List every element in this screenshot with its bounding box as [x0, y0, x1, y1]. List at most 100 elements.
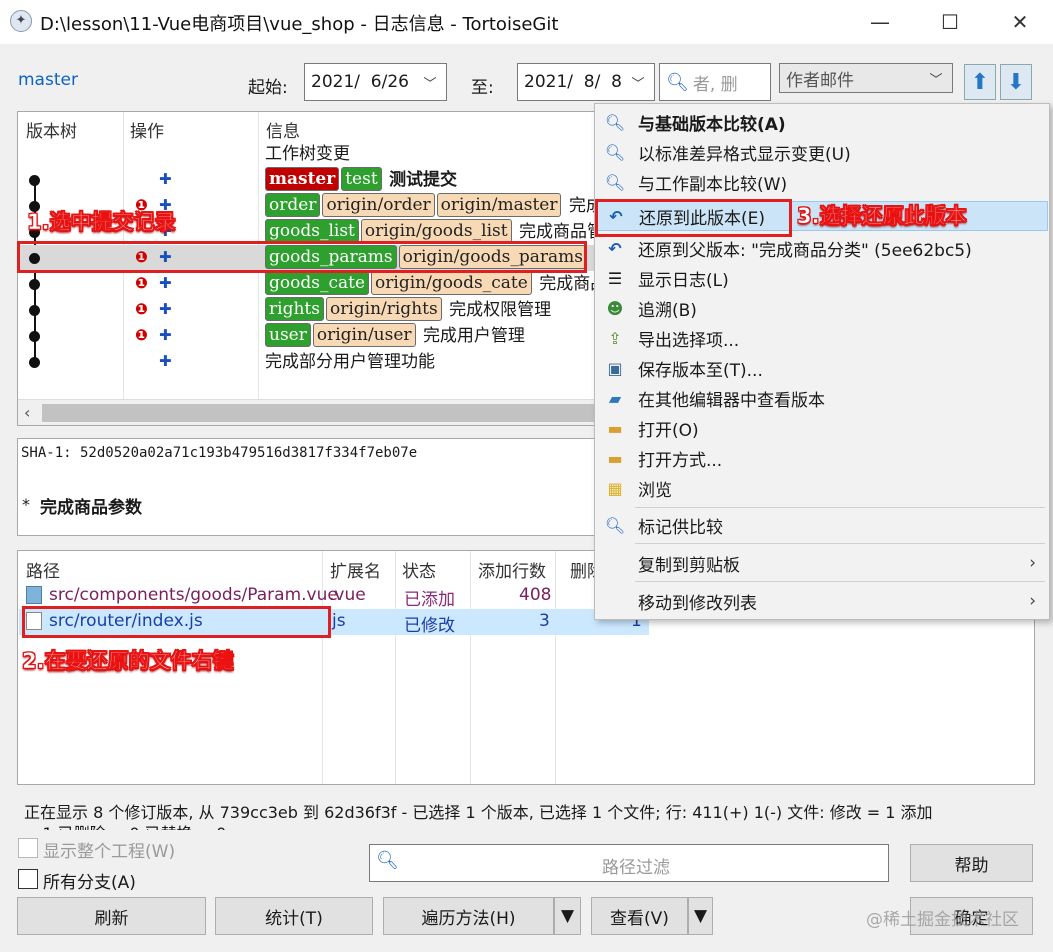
log-icon: ☰	[607, 268, 623, 288]
close-button[interactable]: ✕	[995, 0, 1045, 44]
commit-message: 完成商品分	[539, 274, 596, 294]
search-placeholder: 者, 删	[692, 74, 738, 95]
view-button[interactable]: 查看(V)	[591, 897, 688, 935]
menu-item-unified-diff[interactable]: 🔍︎ 以标准差异格式显示变更(U)	[596, 137, 1048, 167]
from-date-picker[interactable]: 2021/ 6/26 ﹀	[304, 63, 447, 101]
log-row[interactable]: ❶ ✚ user origin/user 完成用户管理	[19, 323, 596, 349]
file-path: src/components/goods/Param.vue	[49, 585, 338, 605]
menu-separator	[635, 581, 1045, 582]
help-button[interactable]: 帮助	[910, 844, 1033, 882]
col-header-message[interactable]: 信息	[266, 117, 300, 142]
move-down-button[interactable]: ⬇	[1000, 64, 1032, 100]
annotation-step-2: 2.在要还原的文件右键	[22, 649, 234, 674]
commit-dot	[29, 305, 40, 316]
col-header-path[interactable]: 路径	[26, 557, 60, 582]
conflict-icon: ❶	[135, 274, 148, 292]
remote-tag: origin/rights	[325, 297, 442, 321]
file-ext: .vue	[329, 585, 366, 605]
window-title: D:\lesson\11-Vue电商项目\vue_shop - 日志信息 - T…	[40, 14, 559, 35]
search-input[interactable]: 🔍︎ 者, 删	[659, 63, 771, 101]
commit-message: 完成商品管理	[518, 222, 596, 242]
conflict-icon: ❶	[135, 300, 148, 318]
menu-item-compare-base[interactable]: 🔍︎ 与基础版本比较(A)	[596, 107, 1048, 137]
context-menu[interactable]: 🔍︎ 与基础版本比较(A) 🔍︎ 以标准差异格式显示变更(U) 🔍︎ 与工作副本…	[594, 103, 1050, 620]
menu-item-save-revision[interactable]: ▣ 保存版本至(T)...	[596, 353, 1048, 383]
log-row[interactable]: ✚ master test 测试提交	[19, 167, 596, 193]
menu-item-open-with[interactable]: ▬ 打开方式...	[596, 443, 1048, 473]
folder-open-icon: ▬	[607, 448, 623, 468]
col-header-status[interactable]: 状态	[402, 557, 436, 582]
col-header-tree[interactable]: 版本树	[26, 117, 77, 142]
branch-tag: goods_list	[265, 219, 359, 243]
remote-tag: origin/goods_list	[360, 219, 512, 243]
col-header-ext[interactable]: 扩展名	[330, 557, 381, 582]
menu-item-open-in-editor[interactable]: ▰ 在其他编辑器中查看版本	[596, 383, 1048, 413]
branch-link[interactable]: master	[18, 70, 78, 90]
menu-item-open[interactable]: ▬ 打开(O)	[596, 413, 1048, 443]
commit-dot	[29, 279, 40, 290]
path-filter-input[interactable]: 🔍︎ 路径过滤	[369, 844, 889, 882]
to-date-value: 2021/ 8/ 8	[524, 72, 622, 92]
add-icon: ✚	[159, 170, 172, 188]
menu-item-mark-compare[interactable]: 🔍︎ 标记供比较	[596, 510, 1048, 540]
menu-item-label: 追溯(B)	[638, 300, 697, 321]
status-line-2-text: = 1 已删除 = 0 已替换 = 0	[24, 820, 424, 830]
log-row[interactable]: ✚ 完成部分用户管理功能	[19, 349, 596, 375]
menu-item-label: 与基础版本比较(A)	[638, 114, 786, 135]
vue-file-icon	[26, 586, 42, 604]
to-date-picker[interactable]: 2021/ 8/ 8 ﹀	[517, 63, 655, 101]
worktree-row[interactable]: 工作树变更	[19, 141, 596, 167]
col-header-actions[interactable]: 操作	[130, 117, 164, 142]
chevron-down-icon: ﹀	[929, 72, 943, 88]
commit-detail-message: 完成商品参数	[40, 498, 142, 518]
minimize-button[interactable]: —	[855, 0, 905, 44]
from-label: 起始:	[248, 78, 288, 98]
remote-tag: origin/order	[322, 193, 435, 217]
menu-item-export[interactable]: ⇪ 导出选择项...	[596, 323, 1048, 353]
from-date-value: 2021/ 6/26	[311, 72, 409, 92]
view-dropdown[interactable]: ▼	[688, 897, 713, 935]
save-icon: ▣	[607, 358, 623, 378]
walk-method-button[interactable]: 遍历方法(H)	[383, 897, 554, 935]
walk-method-dropdown[interactable]: ▼	[554, 897, 581, 935]
refresh-button[interactable]: 刷新	[17, 897, 206, 935]
menu-item-revert-to-parent[interactable]: ↶ 还原到父版本: "完成商品分类" (5ee62bc5)	[596, 233, 1048, 263]
statistics-button[interactable]: 统计(T)	[215, 897, 373, 935]
search-icon: 🔍︎	[376, 850, 399, 871]
blame-icon: ☻	[606, 298, 624, 318]
file-status: 已修改	[404, 616, 455, 636]
show-project-checkbox[interactable]	[18, 838, 38, 858]
menu-item-browse[interactable]: ▦ 浏览	[596, 473, 1048, 503]
commit-detail[interactable]: SHA-1: 52d0520a02a71c193b479516d3817f334…	[17, 438, 597, 536]
magnifier-icon: 🔍︎	[604, 172, 626, 192]
menu-item-move-changelist[interactable]: 移动到修改列表 ›	[596, 586, 1048, 616]
log-row[interactable]: ❶ ✚ goods_cateorigin/goods_cate 完成商品分	[19, 271, 596, 297]
all-branches-checkbox[interactable]	[18, 869, 38, 889]
remote-tag: origin/master	[436, 193, 562, 217]
col-header-added[interactable]: 添加行数	[478, 557, 546, 582]
tortoisegit-logo-icon: ✦	[10, 10, 32, 32]
menu-item-blame[interactable]: ☻ 追溯(B)	[596, 293, 1048, 323]
commit-bullet: *	[22, 495, 30, 514]
maximize-button[interactable]: ☐	[925, 0, 975, 44]
search-icon[interactable]: 🔍︎	[666, 72, 689, 93]
branch-tag: user	[265, 323, 311, 347]
log-row[interactable]: ❶ ✚ rights origin/rights 完成权限管理	[19, 297, 596, 323]
worktree-label: 工作树变更	[265, 144, 350, 164]
branch-tag: goods_cate	[265, 271, 370, 295]
move-up-button[interactable]: ⬆	[964, 64, 996, 100]
scrollbar-thumb[interactable]	[42, 404, 596, 422]
watermark: @稀土掘金技术社区	[866, 910, 1019, 930]
annotation-step-1: 1.选中提交记录	[27, 210, 176, 235]
editor-icon: ▰	[608, 388, 622, 408]
filter-field-select[interactable]: 作者邮件 ﹀	[779, 63, 953, 93]
export-icon: ⇪	[608, 328, 622, 348]
horizontal-scrollbar[interactable]: ‹	[18, 399, 596, 425]
file-added: 408	[519, 585, 552, 605]
menu-item-compare-working[interactable]: 🔍︎ 与工作副本比较(W)	[596, 167, 1048, 197]
scroll-left-icon[interactable]: ‹	[24, 403, 30, 422]
menu-separator	[635, 507, 1045, 508]
commit-message: 完成权限管理	[449, 300, 552, 320]
menu-item-show-log[interactable]: ☰ 显示日志(L)	[596, 263, 1048, 293]
menu-item-copy-clipboard[interactable]: 复制到剪贴板 ›	[596, 548, 1048, 578]
